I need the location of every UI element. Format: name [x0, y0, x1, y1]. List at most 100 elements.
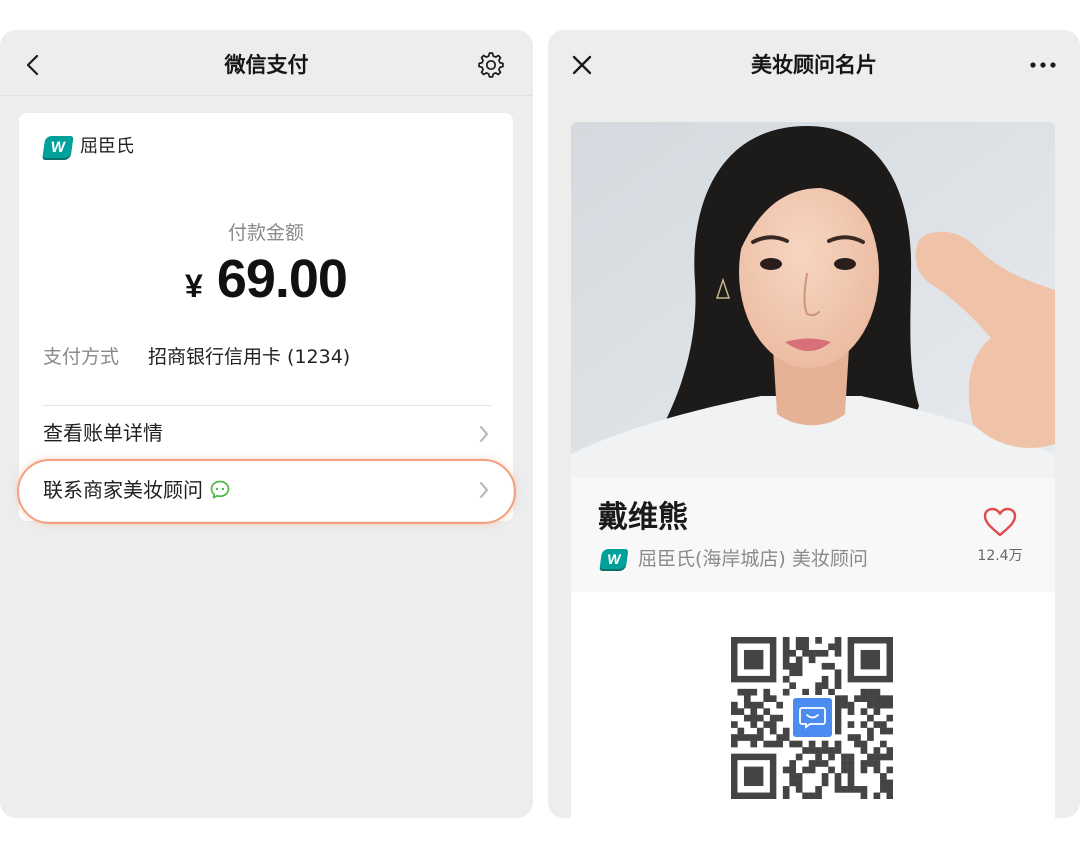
qr-module — [756, 734, 764, 741]
contact-advisor-label-wrap: 联系商家美妆顾问 — [43, 475, 231, 505]
currency-symbol: ¥ — [185, 268, 203, 304]
qr-module — [860, 786, 868, 793]
like-count: 12.4万 — [977, 548, 1023, 564]
qr-module — [776, 701, 784, 709]
qr-module — [763, 688, 771, 696]
more-icon[interactable] — [1029, 61, 1057, 69]
qr-module — [880, 779, 887, 787]
qr-module — [886, 701, 893, 709]
payment-card: W 屈臣氏 付款金额 ¥ 69.00 支付方式 招商银行信用卡 (1234) 查… — [19, 113, 513, 521]
qr-module — [815, 682, 822, 690]
qr-module — [873, 708, 881, 715]
qr-module — [828, 766, 835, 774]
advisor-card-panel: 美妆顾问名片 戴维熊 W 屈臣氏(海岸城店) 美妆顾问 12.4万 — [548, 30, 1080, 818]
qr-module — [880, 740, 887, 748]
qr-module — [873, 721, 881, 728]
qr-module — [802, 637, 809, 644]
gear-icon[interactable] — [477, 51, 505, 79]
qr-module — [782, 643, 790, 651]
close-icon[interactable] — [571, 54, 593, 76]
qr-module — [795, 643, 803, 651]
qr-module — [789, 740, 796, 748]
qr-module — [743, 701, 751, 709]
qr-module — [789, 779, 796, 787]
qr-module — [782, 792, 790, 799]
contact-advisor-row[interactable]: 联系商家美妆顾问 — [19, 469, 513, 511]
advisor-store: 屈臣氏(海岸城店) 美妆顾问 — [638, 548, 868, 570]
qr-module — [821, 675, 829, 683]
qr-module — [737, 727, 745, 735]
logo-letter: W — [49, 138, 67, 156]
qr-module — [854, 786, 861, 793]
qr-module — [860, 721, 868, 728]
qr-module — [828, 747, 835, 754]
qr-module — [769, 740, 777, 748]
qr-code-icon — [731, 637, 893, 799]
qr-module — [841, 760, 848, 767]
qr-module — [873, 760, 881, 767]
qr-module — [789, 669, 796, 677]
qr-module — [841, 701, 848, 709]
qr-module — [854, 740, 861, 748]
advisor-info: 戴维熊 W 屈臣氏(海岸城店) 美妆顾问 12.4万 — [571, 478, 1055, 592]
qr-module — [867, 727, 874, 735]
qr-module — [763, 721, 771, 728]
qr-module — [769, 727, 777, 735]
bill-details-row[interactable]: 查看账单详情 — [19, 413, 513, 455]
chevron-left-icon[interactable] — [22, 54, 44, 76]
qr-module — [737, 688, 745, 696]
qr-module — [776, 714, 784, 722]
watsons-logo: W — [42, 136, 74, 158]
qr-module — [731, 721, 738, 728]
qr-module — [834, 773, 842, 780]
qr-module — [886, 766, 893, 774]
qr-module — [834, 714, 842, 722]
qr-module — [821, 662, 829, 670]
qr-module — [886, 786, 893, 793]
qr-module — [841, 695, 848, 702]
qr-module — [886, 747, 893, 754]
qr-module — [841, 753, 848, 761]
qr-module — [834, 701, 842, 709]
qr-module — [821, 682, 829, 690]
qr-module — [880, 786, 887, 793]
qr-module — [860, 740, 868, 748]
qr-section — [571, 592, 1055, 818]
qr-module — [782, 649, 790, 657]
qr-module — [841, 786, 848, 793]
qr-module — [731, 734, 738, 741]
qr-module — [756, 714, 764, 722]
qr-module — [847, 701, 855, 709]
qr-module — [867, 753, 874, 761]
qr-module — [743, 734, 751, 741]
qr-module — [815, 747, 822, 754]
watsons-logo: W — [599, 549, 629, 569]
section-divider — [43, 405, 492, 406]
qr-module — [750, 734, 758, 741]
qr-module — [802, 688, 809, 696]
qr-module — [821, 740, 829, 748]
qr-module — [860, 760, 868, 767]
qr-module — [782, 734, 790, 741]
qr-module — [847, 766, 855, 774]
heart-icon[interactable] — [982, 506, 1018, 538]
qr-module — [886, 727, 893, 735]
header-divider — [0, 95, 533, 96]
qr-module — [886, 695, 893, 702]
qr-module — [854, 695, 861, 702]
qr-finder — [743, 766, 764, 787]
qr-module — [763, 695, 771, 702]
qr-module — [782, 656, 790, 664]
qr-module — [847, 734, 855, 741]
qr-module — [847, 753, 855, 761]
qr-module — [834, 643, 842, 651]
qr-module — [782, 662, 790, 670]
qr-module — [769, 695, 777, 702]
qr-module — [860, 708, 868, 715]
chevron-right-icon — [480, 426, 488, 442]
amount-label: 付款金额 — [227, 222, 304, 244]
qr-module — [834, 747, 842, 754]
qr-module — [750, 714, 758, 722]
qr-module — [886, 792, 893, 799]
qr-module — [873, 747, 881, 754]
